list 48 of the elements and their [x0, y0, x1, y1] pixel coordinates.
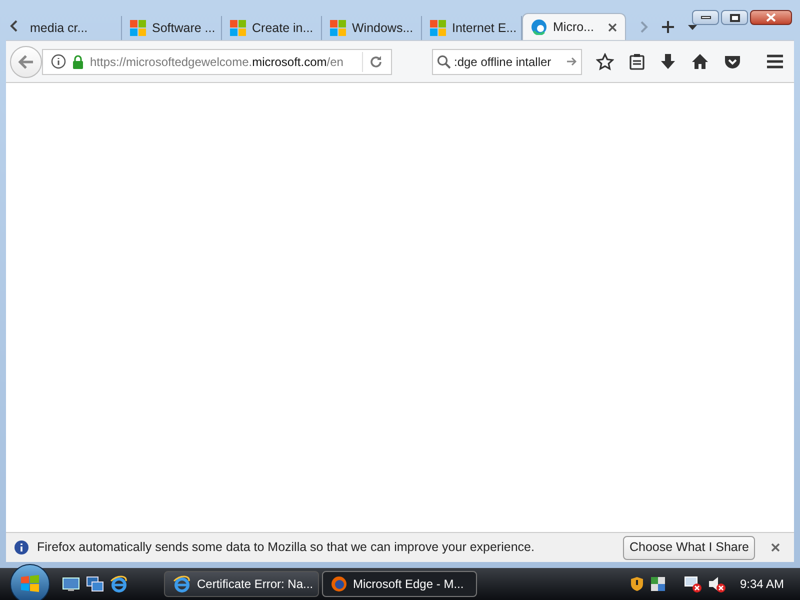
windows-logo-icon [430, 20, 446, 36]
search-icon [437, 54, 451, 68]
close-icon [766, 13, 776, 22]
new-tab-icon[interactable] [662, 21, 674, 33]
taskbar-button[interactable]: Certificate Error: Na... [164, 571, 319, 597]
back-button[interactable] [10, 46, 42, 78]
notification-message: Firefox automatically sends some data to Mozilla so that we can improve your experience. [37, 539, 536, 556]
windows-logo-icon [230, 20, 246, 36]
edge-logo-icon [531, 19, 547, 35]
speaker-muted-icon[interactable] [708, 576, 726, 592]
desktop-icon[interactable] [62, 576, 80, 592]
tab[interactable]: Micro... [522, 13, 626, 40]
maximize-button[interactable] [721, 10, 748, 25]
choose-share-button[interactable]: Choose What I Share [623, 536, 755, 560]
back-arrow-icon [18, 54, 34, 68]
minimize-button[interactable] [692, 10, 719, 25]
close-icon[interactable] [608, 22, 617, 32]
windows-logo-icon [130, 20, 146, 36]
browser-e-icon[interactable] [110, 575, 128, 593]
close-icon[interactable] [771, 543, 780, 552]
windows-logo-icon [20, 574, 40, 594]
download-icon[interactable] [660, 53, 676, 70]
star-icon[interactable] [596, 52, 614, 70]
search-field[interactable]: :dge offline intaller [432, 48, 582, 74]
clipboard-icon[interactable] [629, 53, 645, 70]
minimize-icon [700, 16, 710, 19]
pocket-icon[interactable] [724, 54, 741, 70]
maximize-icon [730, 14, 740, 22]
close-button[interactable] [750, 10, 792, 25]
padlock-icon [72, 54, 84, 68]
scroll-left-icon[interactable] [10, 20, 18, 32]
dropdown-caret-icon[interactable] [688, 24, 697, 30]
menu-icon[interactable] [766, 54, 784, 69]
shield-icon[interactable] [630, 576, 644, 592]
reload-icon[interactable] [369, 54, 383, 68]
start-button[interactable] [10, 564, 50, 600]
home-icon[interactable] [691, 53, 709, 70]
info-icon [14, 540, 29, 555]
arrow-right-icon[interactable] [566, 56, 577, 67]
network-icon[interactable] [650, 576, 666, 592]
clock[interactable]: 9:34 AM [740, 575, 784, 593]
browser-e-icon [173, 575, 191, 593]
info-icon[interactable] [51, 54, 66, 69]
windows-logo-icon [330, 20, 346, 36]
fox-globe-icon [331, 576, 347, 592]
taskbar-button[interactable]: Microsoft Edge - M... [322, 571, 477, 597]
network-disconnected-icon[interactable] [684, 576, 702, 592]
windows-switch-icon[interactable] [86, 576, 104, 592]
